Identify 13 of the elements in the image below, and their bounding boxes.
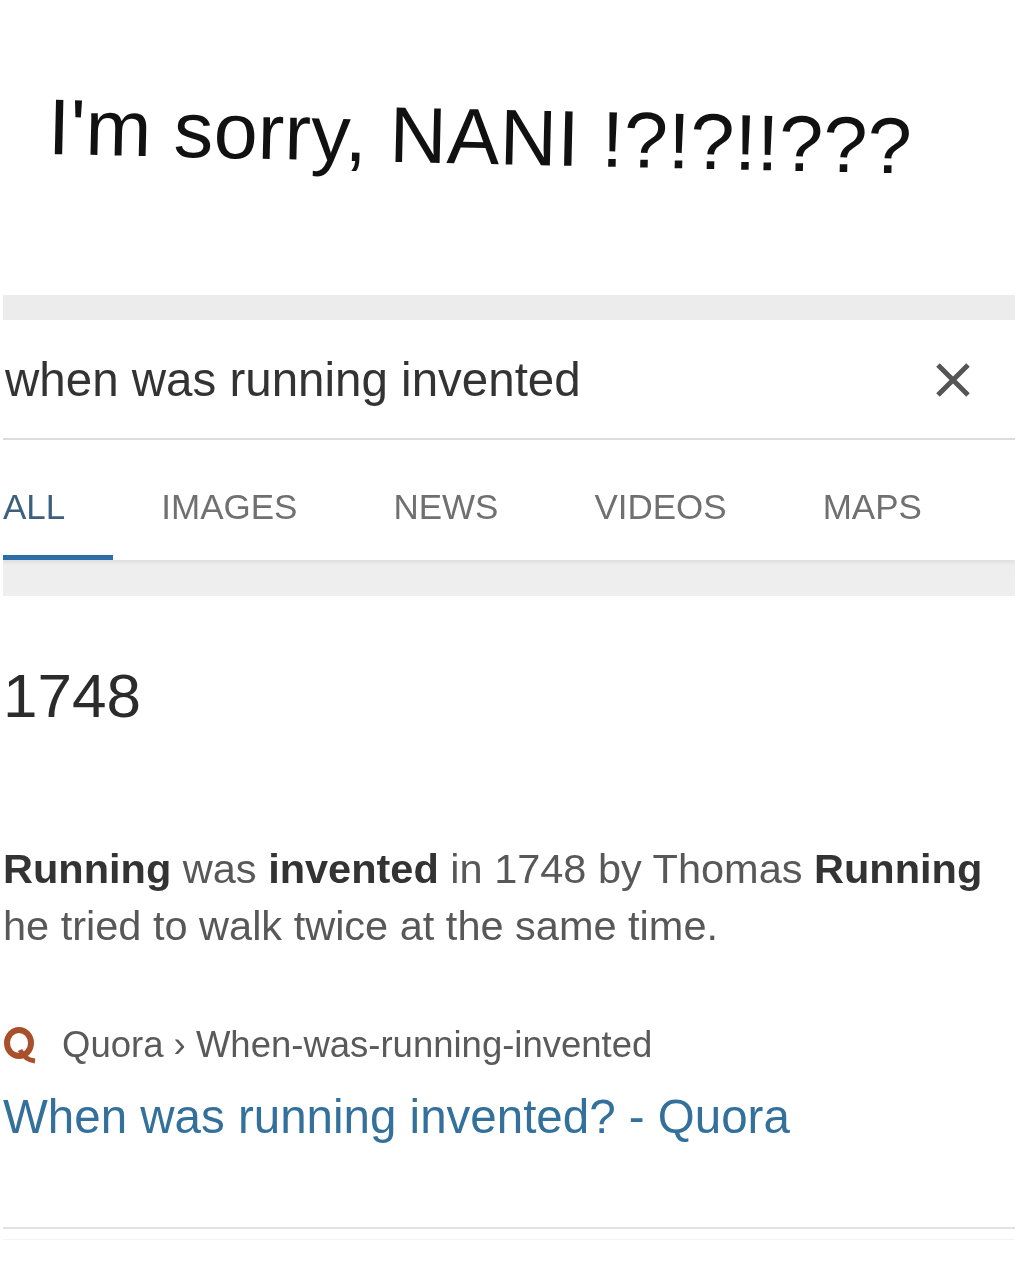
snippet-text: Running was invented in 1748 by Thomas Running he tried to walk twice at the same time. <box>3 844 984 951</box>
search-field[interactable]: when was running invented <box>3 320 1015 440</box>
close-icon[interactable] <box>935 362 971 398</box>
result-title-link[interactable]: When was running invented? - Quora <box>3 1089 790 1145</box>
search-tab[interactable]: VIDEOS <box>546 440 775 560</box>
search-tab[interactable]: ALL <box>3 440 114 560</box>
search-tab[interactable]: NEWS <box>345 440 547 560</box>
answer-text: 1748 <box>3 660 141 732</box>
meme-caption: I'm sorry, NANI !?!?!!??? <box>47 86 913 189</box>
search-tab[interactable]: MAPS <box>774 440 970 560</box>
breadcrumb-text: Quora › When-was-running-invented <box>62 1023 653 1067</box>
q-logo-icon <box>3 1025 37 1064</box>
search-tab[interactable]: IMAGES <box>113 440 346 560</box>
